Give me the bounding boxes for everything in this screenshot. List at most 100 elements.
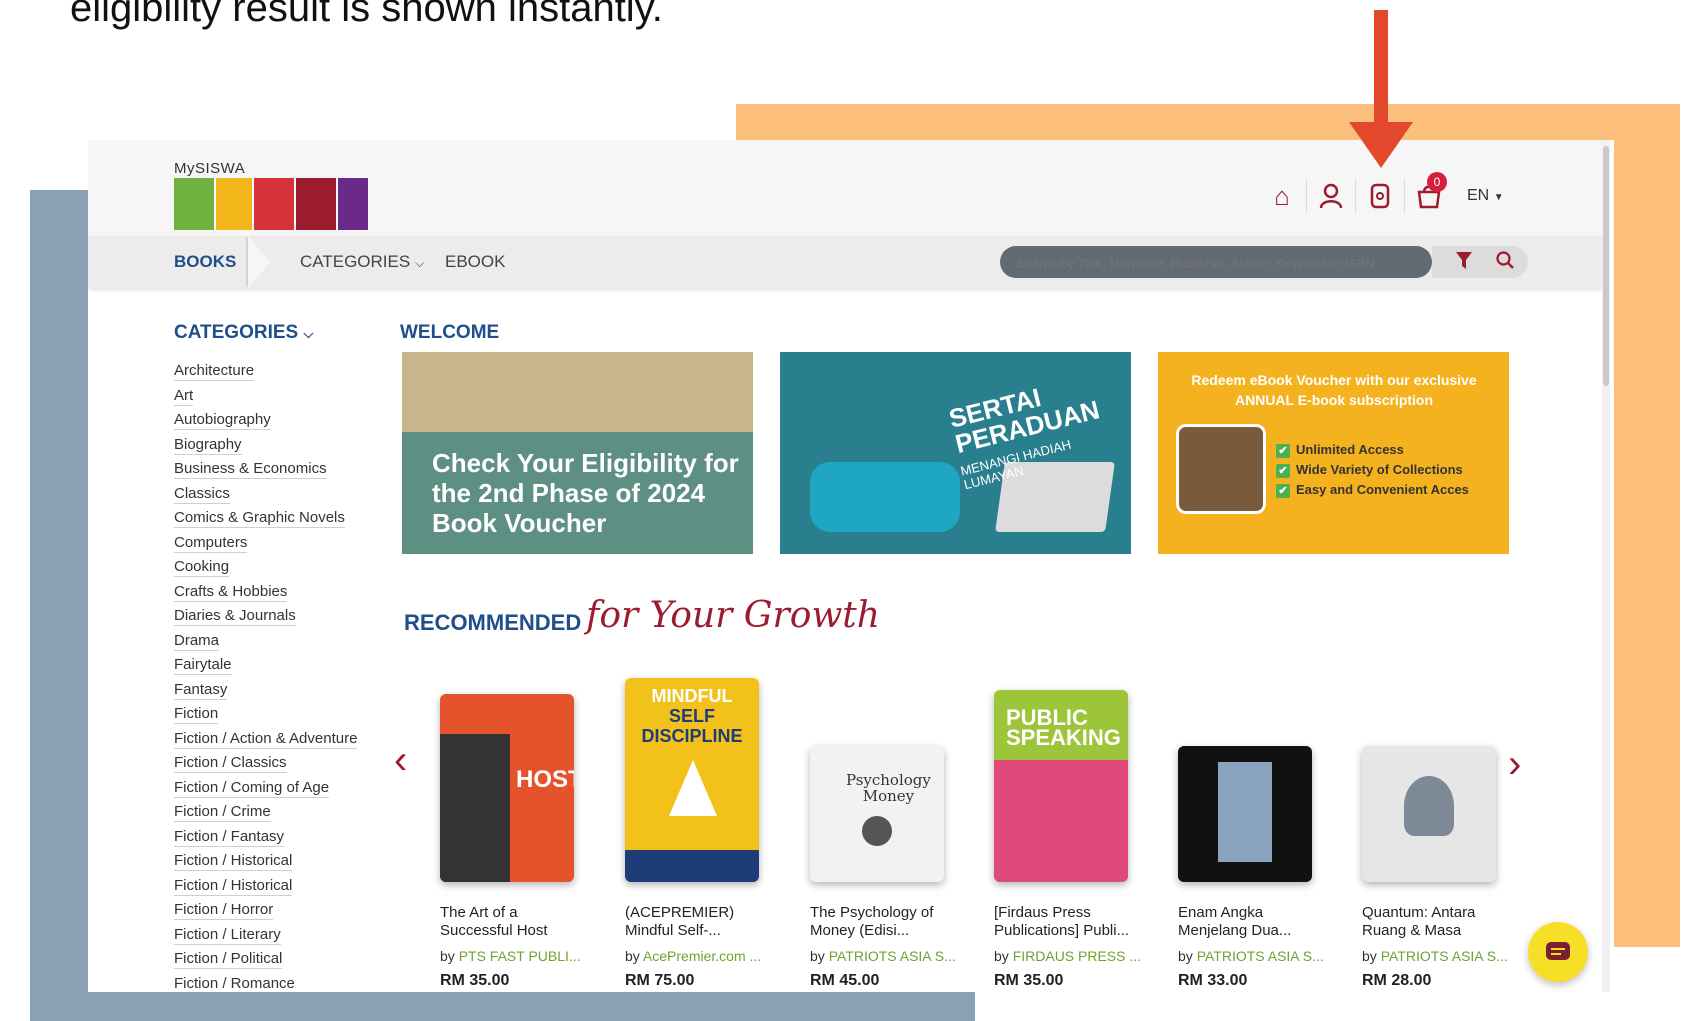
category-item[interactable]: Fiction / Action & Adventure: [174, 729, 358, 755]
book-merchant[interactable]: by FIRDAUS PRESS ...: [994, 948, 1144, 964]
category-item[interactable]: Fiction / Political: [174, 950, 357, 975]
category-item[interactable]: Fiction / Romance: [174, 974, 357, 992]
category-label: Drama: [174, 631, 220, 651]
search-icon[interactable]: [1496, 251, 1514, 274]
scrollbar-thumb[interactable]: [1603, 146, 1609, 386]
carousel-next-icon[interactable]: ›: [1508, 742, 1521, 787]
book-merchant[interactable]: by PATRIOTS ASIA S...: [810, 948, 960, 964]
car-illustration: [810, 462, 960, 532]
category-item[interactable]: Fiction / Historical: [174, 852, 357, 877]
header-icon-group: ⌂ 0 EN ▼: [1258, 172, 1504, 214]
category-item[interactable]: Fiction / Crime: [174, 803, 357, 828]
category-label: Cooking: [174, 558, 230, 577]
banner-eligibility[interactable]: Check Your Eligibility for the 2nd Phase…: [402, 352, 753, 554]
pointer-arrowhead-icon: [1349, 122, 1413, 168]
category-item[interactable]: Fiction / Horror: [174, 901, 357, 926]
category-label: Crafts & Hobbies: [174, 582, 288, 602]
category-label: Computers: [174, 533, 248, 553]
category-item[interactable]: Fiction / Literary: [174, 925, 357, 951]
category-item[interactable]: Business & Economics: [174, 460, 357, 485]
banner-ebook-item: Unlimited Access: [1276, 440, 1469, 460]
language-label: EN: [1467, 187, 1490, 204]
book-merchant[interactable]: by PTS FAST PUBLI...: [440, 948, 590, 964]
merchant-name: PTS FAST PUBLI...: [458, 948, 581, 964]
category-item[interactable]: Fiction / Classics: [174, 754, 357, 779]
category-item[interactable]: Fiction / Historical: [174, 876, 357, 902]
search-box: [1000, 246, 1432, 280]
book-cover[interactable]: MINDFUL SELF DISCIPLINE: [625, 678, 759, 882]
category-label: Autobiography: [174, 411, 271, 430]
category-item[interactable]: Computers: [174, 533, 357, 559]
book-price: RM 45.00: [810, 972, 880, 989]
book-cover[interactable]: Psychology Money: [810, 746, 944, 882]
category-item[interactable]: Cooking: [174, 558, 357, 583]
nav-books[interactable]: BOOKS: [174, 252, 236, 272]
user-icon[interactable]: [1307, 178, 1356, 214]
book-cover[interactable]: HOST: [440, 694, 574, 882]
book-merchant[interactable]: by PATRIOTS ASIA S...: [1362, 948, 1512, 964]
category-item[interactable]: Architecture: [174, 362, 357, 387]
cart-icon[interactable]: 0: [1405, 172, 1453, 214]
category-label: Art: [174, 386, 194, 406]
book-cover[interactable]: [1178, 746, 1312, 882]
carousel-prev-icon[interactable]: ‹: [394, 738, 407, 783]
category-list: Architecture Art Autobiography Biography…: [174, 362, 358, 992]
book-price: RM 35.00: [440, 972, 510, 989]
cover-text: MINDFUL SELF DISCIPLINE: [641, 686, 743, 746]
category-item[interactable]: Autobiography: [174, 411, 357, 436]
banner-eligibility-text: Check Your Eligibility for the 2nd Phase…: [432, 448, 739, 538]
chat-icon: [1546, 942, 1570, 960]
category-item[interactable]: Comics & Graphic Novels: [174, 509, 357, 534]
book-merchant[interactable]: by PATRIOTS ASIA S...: [1178, 948, 1328, 964]
home-icon[interactable]: ⌂: [1258, 178, 1307, 214]
language-selector[interactable]: EN ▼: [1467, 187, 1504, 205]
banner-ebook-subscription[interactable]: Redeem eBook Voucher with our exclusive …: [1158, 352, 1509, 554]
category-item[interactable]: Crafts & Hobbies: [174, 582, 357, 608]
filter-icon[interactable]: [1456, 252, 1472, 275]
cover-graphic: [1404, 776, 1454, 836]
by-label: by: [1178, 948, 1193, 964]
pointer-arrow-icon: [1374, 10, 1388, 128]
category-item[interactable]: Art: [174, 386, 357, 412]
category-label: Comics & Graphic Novels: [174, 509, 345, 528]
category-item[interactable]: Fantasy: [174, 680, 357, 706]
category-item[interactable]: Fiction / Fantasy: [174, 827, 357, 853]
book-title: Quantum: Antara Ruang & Masa: [1362, 904, 1476, 939]
nav-categories-label: CATEGORIES: [300, 252, 411, 271]
category-label: Fiction / Horror: [174, 901, 274, 920]
category-item[interactable]: Biography: [174, 435, 357, 461]
category-label: Fiction / Political: [174, 950, 283, 969]
chevron-down-icon: ⌵: [303, 326, 314, 341]
chevron-down-icon: ⌵: [414, 256, 425, 270]
main-navbar: BOOKS CATEGORIES ⌵ EBOOK: [88, 236, 1602, 288]
category-item[interactable]: Fiction / Coming of Age: [174, 778, 357, 804]
by-label: by: [1362, 948, 1377, 964]
cover-text: Psychology Money: [846, 771, 931, 805]
logo-small-text: MySISWA: [174, 160, 246, 177]
book-cover[interactable]: PUBLIC SPEAKING: [994, 690, 1128, 882]
book-price: RM 35.00: [994, 972, 1064, 989]
category-label: Fiction / Crime: [174, 803, 271, 822]
book-title: (ACEPREMIER) Mindful Self-...: [625, 904, 735, 939]
site-logo[interactable]: [174, 178, 368, 230]
category-item[interactable]: Classics: [174, 484, 357, 510]
search-input[interactable]: [1014, 246, 1426, 280]
merchant-name: PATRIOTS ASIA S...: [1380, 948, 1508, 964]
category-item[interactable]: Fairytale: [174, 656, 357, 681]
category-item[interactable]: Fiction: [174, 705, 357, 730]
banner-contest[interactable]: SERTAI PERADUAN MENANGI HADIAH LUMAYAN: [780, 352, 1131, 554]
sidebar-title[interactable]: CATEGORIES ⌵: [174, 322, 313, 344]
voucher-icon[interactable]: [1356, 178, 1405, 214]
category-item[interactable]: Drama: [174, 631, 357, 657]
category-label: Architecture: [174, 362, 255, 381]
book-cover[interactable]: [1362, 746, 1496, 882]
category-item[interactable]: Diaries & Journals: [174, 607, 357, 632]
book-title: The Psychology of Money (Edisi...: [810, 904, 934, 939]
nav-ebook[interactable]: EBOOK: [445, 252, 505, 272]
book-merchant[interactable]: by AcePremier.com ...: [625, 948, 775, 964]
cover-graphic: [669, 760, 717, 816]
book-price: RM 75.00: [625, 972, 695, 989]
nav-categories[interactable]: CATEGORIES ⌵: [300, 252, 424, 272]
scrollbar[interactable]: [1602, 140, 1610, 992]
chat-button[interactable]: [1528, 922, 1588, 982]
